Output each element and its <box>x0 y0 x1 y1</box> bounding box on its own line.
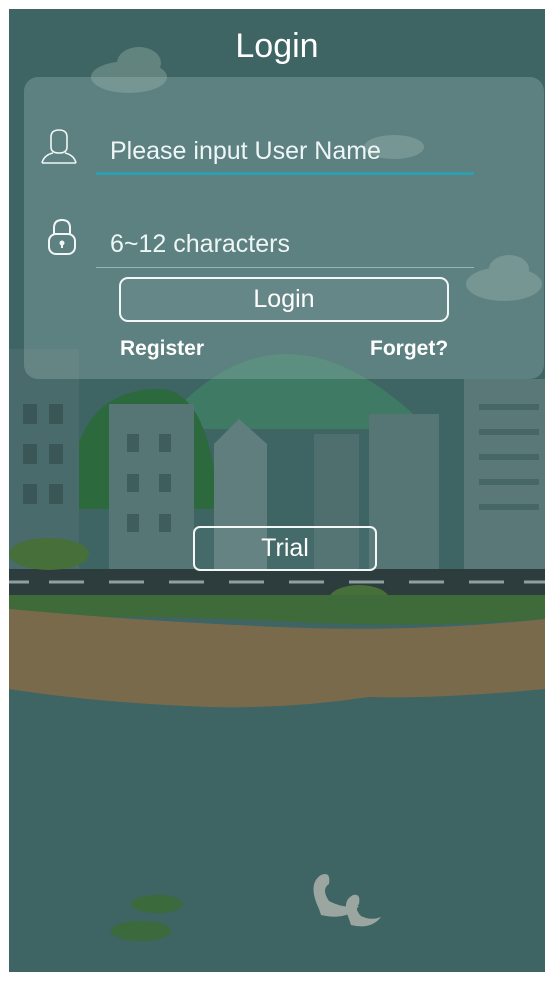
user-icon <box>41 129 77 164</box>
password-input[interactable] <box>110 228 470 260</box>
forget-password-link[interactable]: Forget? <box>370 337 448 361</box>
register-link[interactable]: Register <box>120 337 204 361</box>
swan-illustration <box>313 874 381 927</box>
login-card: Login Register Forget? <box>24 77 544 379</box>
login-screen: Login Login Register Forget? Trial <box>9 9 545 972</box>
page-title: Login <box>235 27 319 65</box>
username-underline <box>96 172 474 175</box>
username-input[interactable] <box>110 135 470 167</box>
lock-icon <box>48 218 76 255</box>
road-illustration <box>9 569 545 595</box>
earth-bank <box>9 609 545 708</box>
login-button[interactable]: Login <box>119 277 449 322</box>
password-underline <box>96 267 474 268</box>
trial-button[interactable]: Trial <box>193 526 377 571</box>
lily-pad-illustration <box>111 895 183 941</box>
